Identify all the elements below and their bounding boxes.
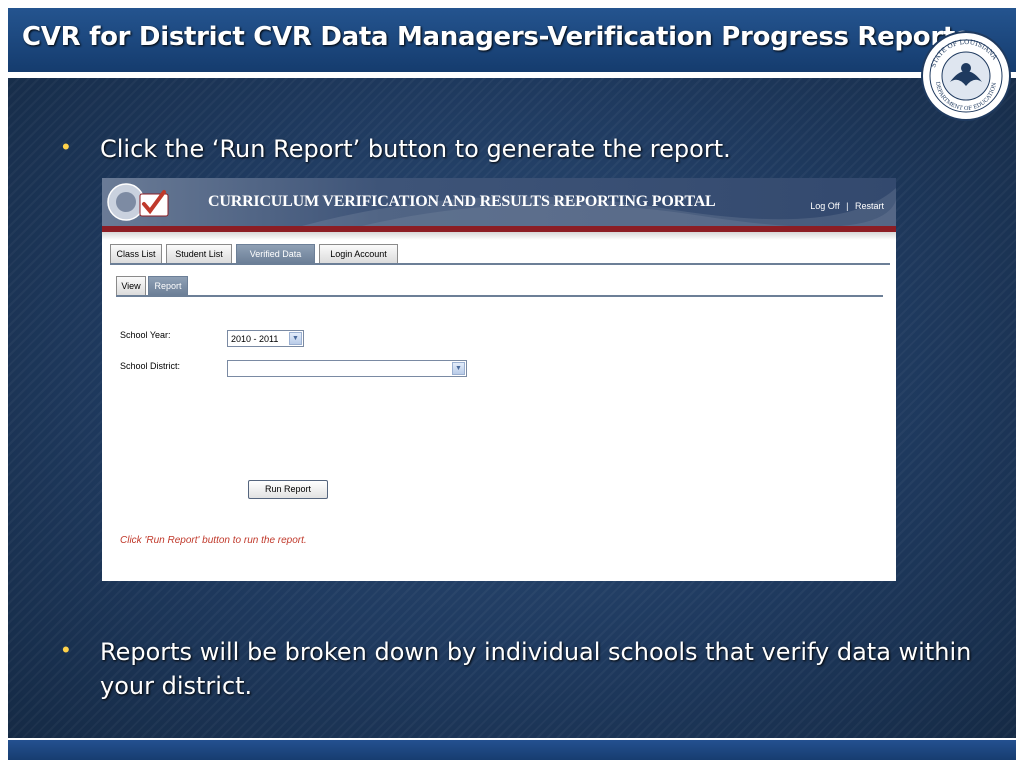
subtab-view[interactable]: View	[116, 276, 146, 296]
chevron-down-icon: ▼	[452, 362, 465, 375]
slide-title: CVR for District CVR Data Managers-Verif…	[22, 22, 971, 52]
header-links: Log Off | Restart	[810, 201, 884, 211]
bullet-text-1: Click the ‘Run Report’ button to generat…	[100, 135, 731, 163]
bullet-dot-icon: •	[62, 637, 70, 662]
tab-verified-data[interactable]: Verified Data	[236, 244, 315, 264]
link-separator: |	[846, 201, 849, 211]
run-report-button[interactable]: Run Report	[248, 480, 328, 499]
bottom-bar	[8, 740, 1016, 760]
portal-screenshot: CURRICULUM VERIFICATION AND RESULTS REPO…	[102, 178, 896, 581]
portal-logo-icon	[107, 183, 169, 221]
instruction-message: Click 'Run Report' button to run the rep…	[120, 535, 307, 546]
tab-class-list[interactable]: Class List	[110, 244, 162, 264]
title-bar: CVR for District CVR Data Managers-Verif…	[8, 8, 1016, 72]
bullet-text-2: Reports will be broken down by individua…	[100, 638, 972, 700]
louisiana-seal-logo: STATE OF LOUISIANA DEPARTMENT OF EDUCATI…	[921, 31, 1011, 121]
tab-student-list[interactable]: Student List	[166, 244, 232, 264]
school-year-select[interactable]: 2010 - 2011 ▼	[227, 330, 304, 347]
school-year-label: School Year:	[120, 330, 171, 340]
school-year-value: 2010 - 2011	[231, 334, 279, 344]
restart-link[interactable]: Restart	[855, 201, 884, 211]
chevron-down-icon: ▼	[289, 332, 302, 345]
tabs-divider	[110, 263, 890, 265]
school-district-label: School District:	[120, 361, 181, 371]
school-district-select[interactable]: ▼	[227, 360, 467, 377]
header-shadow-strip	[102, 232, 896, 240]
portal-title: CURRICULUM VERIFICATION AND RESULTS REPO…	[208, 193, 716, 210]
log-off-link[interactable]: Log Off	[810, 201, 839, 211]
slide: CVR for District CVR Data Managers-Verif…	[0, 0, 1024, 768]
bullet-dot-icon: •	[62, 134, 70, 159]
portal-header: CURRICULUM VERIFICATION AND RESULTS REPO…	[102, 178, 896, 226]
subtabs-divider	[116, 295, 883, 297]
tab-login-account[interactable]: Login Account	[319, 244, 398, 264]
subtab-report[interactable]: Report	[148, 276, 188, 296]
